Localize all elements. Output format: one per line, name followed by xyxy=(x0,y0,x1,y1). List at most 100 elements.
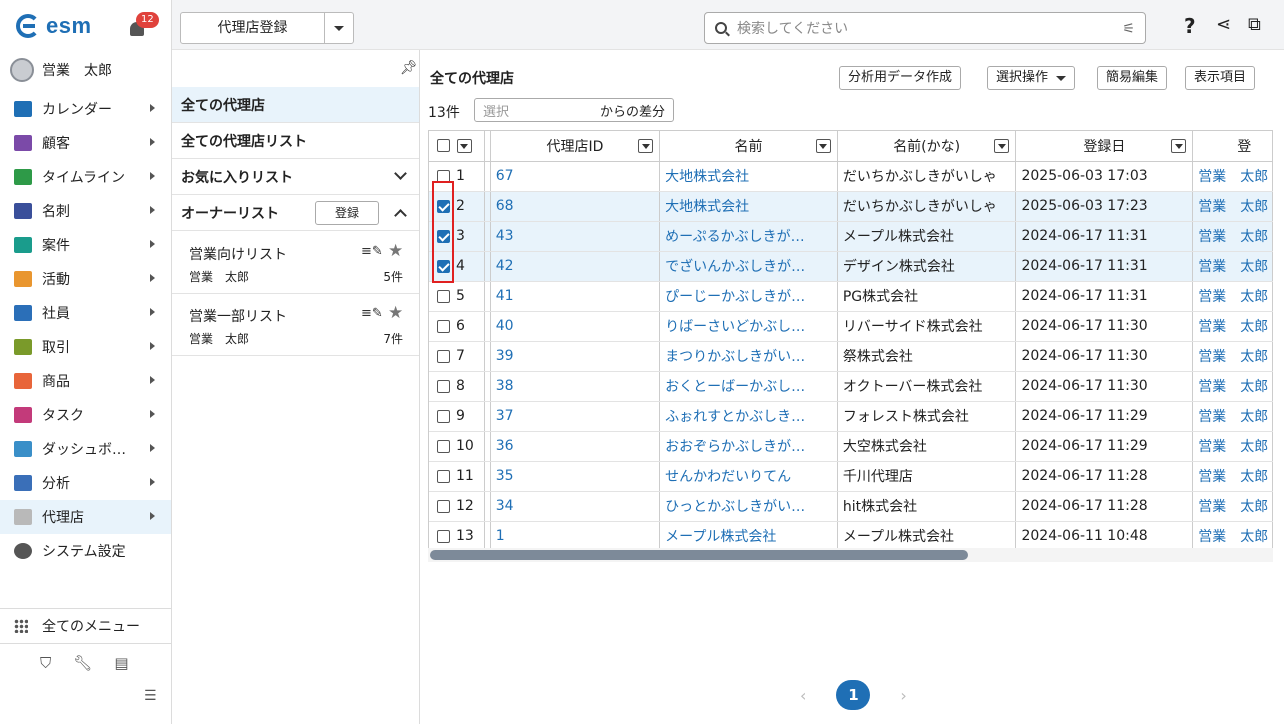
chevron-right-icon[interactable] xyxy=(150,410,155,418)
all-menu-button[interactable]: 全てのメニュー xyxy=(0,608,171,644)
sidebar-item[interactable]: 取引 xyxy=(0,330,171,364)
film-icon[interactable]: ▤ xyxy=(114,654,128,672)
agency-id-link[interactable]: 67 xyxy=(496,168,514,184)
display-columns-button[interactable]: 表示項目 xyxy=(1185,66,1256,90)
column-header-date[interactable]: 登録日 xyxy=(1015,131,1194,162)
registrant-link[interactable]: 営業 太郎 xyxy=(1198,349,1268,365)
shield-icon[interactable]: ⛉ xyxy=(40,654,51,672)
current-page-button[interactable]: 1 xyxy=(836,680,871,710)
brand-logo[interactable]: esm xyxy=(16,10,92,42)
agency-name-link[interactable]: おおぞらかぶしきが… xyxy=(665,439,805,455)
table-row[interactable]: 3 43 めーぷるかぶしきが… メープル株式会社 2024-06-17 11:31 営業 … xyxy=(429,221,1273,252)
table-row[interactable]: 1 67 大地株式会社 だいちかぶしきがいしゃ 2025-06-03 17:03 営業 太… xyxy=(429,161,1273,192)
agency-id-link[interactable]: 39 xyxy=(496,348,514,364)
column-header-registrant[interactable]: 登 xyxy=(1192,131,1273,162)
column-menu-dropdown[interactable] xyxy=(815,139,831,153)
registrant-link[interactable]: 営業 太郎 xyxy=(1198,289,1268,305)
sidebar-item[interactable]: 顧客 xyxy=(0,126,171,160)
agency-register-label[interactable]: 代理店登録 xyxy=(181,13,325,43)
row-checkbox[interactable] xyxy=(437,289,450,303)
agency-name-link[interactable]: 大地株式会社 xyxy=(665,199,749,215)
column-menu-dropdown[interactable] xyxy=(1171,139,1187,153)
share-icon[interactable]: ⋖ xyxy=(1216,14,1231,35)
table-row[interactable]: 11 35 せんかわだいりてん 千川代理店 2024-06-17 11:28 営業 太郎 xyxy=(429,461,1273,492)
agency-name-link[interactable]: ぴーじーかぶしきが… xyxy=(665,289,805,305)
agency-id-link[interactable]: 38 xyxy=(496,378,514,394)
star-icon[interactable]: ★ xyxy=(388,303,403,323)
sidebar-item[interactable]: カレンダー xyxy=(0,92,171,126)
next-page-icon[interactable]: › xyxy=(900,686,906,705)
chevron-right-icon[interactable] xyxy=(150,104,155,112)
registrant-link[interactable]: 営業 太郎 xyxy=(1198,409,1268,425)
agency-id-link[interactable]: 35 xyxy=(496,468,514,484)
sidebar-item[interactable]: 商品 xyxy=(0,364,171,398)
notification-bell-icon[interactable]: 12 xyxy=(128,12,159,40)
chevron-right-icon[interactable] xyxy=(150,172,155,180)
agency-id-link[interactable]: 42 xyxy=(496,258,514,274)
scrollbar-thumb[interactable] xyxy=(430,550,968,560)
chevron-right-icon[interactable] xyxy=(150,206,155,214)
column-menu-dropdown[interactable] xyxy=(994,139,1010,153)
row-checkbox[interactable] xyxy=(437,319,450,333)
owner-list-item[interactable]: 営業一部リスト ≡✎ ★ 営業 太郎 7件 xyxy=(172,294,419,356)
row-checkbox[interactable] xyxy=(437,469,450,483)
agency-name-link[interactable]: おくとーばーかぶし… xyxy=(665,379,805,395)
agency-name-link[interactable]: せんかわだいりてん xyxy=(665,469,791,485)
column-header-name[interactable]: 名前 xyxy=(659,131,838,162)
sidebar-item[interactable]: 名刺 xyxy=(0,194,171,228)
agency-name-link[interactable]: ひっとかぶしきがい… xyxy=(665,499,805,515)
table-row[interactable]: 6 40 りばーさいどかぶし… リバーサイド株式会社 2024-06-17 11:30 営… xyxy=(429,311,1273,342)
list-owner[interactable]: オーナーリスト 登録 xyxy=(172,195,419,231)
row-checkbox[interactable] xyxy=(437,409,450,423)
agency-name-link[interactable]: でざいんかぶしきが… xyxy=(665,259,805,275)
registrant-link[interactable]: 営業 太郎 xyxy=(1198,499,1268,515)
register-list-button[interactable]: 登録 xyxy=(315,201,379,225)
agency-name-link[interactable]: りばーさいどかぶし… xyxy=(665,319,805,335)
row-checkbox[interactable] xyxy=(437,499,450,513)
collapse-sidebar-icon[interactable]: ☰ xyxy=(144,688,157,704)
table-row[interactable]: 9 37 ふぉれすとかぶしき… フォレスト株式会社 2024-06-17 11:29 営業… xyxy=(429,401,1273,432)
agency-id-link[interactable]: 37 xyxy=(496,408,514,424)
prev-page-icon[interactable]: ‹ xyxy=(800,686,806,705)
list-favorites[interactable]: お気に入りリスト xyxy=(172,159,419,195)
registrant-link[interactable]: 営業 太郎 xyxy=(1198,259,1268,275)
registrant-link[interactable]: 営業 太郎 xyxy=(1198,439,1268,455)
agency-id-link[interactable]: 68 xyxy=(496,198,514,214)
agency-id-link[interactable]: 40 xyxy=(496,318,514,334)
registrant-link[interactable]: 営業 太郎 xyxy=(1198,229,1268,245)
table-row[interactable]: 2 68 大地株式会社 だいちかぶしきがいしゃ 2025-06-03 17:23 営業 太… xyxy=(429,191,1273,222)
column-header-id[interactable]: 代理店ID xyxy=(490,131,661,162)
chevron-right-icon[interactable] xyxy=(150,444,155,452)
chevron-right-icon[interactable] xyxy=(150,240,155,248)
agency-name-link[interactable]: メープル株式会社 xyxy=(665,529,776,545)
registrant-link[interactable]: 営業 太郎 xyxy=(1198,169,1268,185)
horizontal-scrollbar[interactable] xyxy=(428,548,1273,562)
chevron-right-icon[interactable] xyxy=(150,512,155,520)
star-icon[interactable]: ★ xyxy=(388,241,403,261)
chevron-right-icon[interactable] xyxy=(150,308,155,316)
chevron-right-icon[interactable] xyxy=(150,478,155,486)
agency-name-link[interactable]: ふぉれすとかぶしき… xyxy=(665,409,805,425)
registrant-link[interactable]: 営業 太郎 xyxy=(1198,319,1268,335)
agency-id-link[interactable]: 34 xyxy=(496,498,514,514)
sidebar-item[interactable]: タスク xyxy=(0,398,171,432)
sidebar-item[interactable]: システム設定 xyxy=(0,534,171,568)
column-header-kana[interactable]: 名前(かな) xyxy=(837,131,1017,162)
table-row[interactable]: 10 36 おおぞらかぶしきが… 大空株式会社 2024-06-17 11:29 営業 太… xyxy=(429,431,1273,462)
list-all-agencies[interactable]: 全ての代理店 xyxy=(172,87,419,123)
user-profile[interactable]: 営業 太郎 xyxy=(10,58,112,82)
select-operations-button[interactable]: 選択操作 xyxy=(987,66,1076,90)
column-menu-dropdown[interactable] xyxy=(638,139,654,153)
sidebar-item[interactable]: 活動 xyxy=(0,262,171,296)
agency-name-link[interactable]: めーぷるかぶしきが… xyxy=(665,229,804,245)
select-all-checkbox[interactable] xyxy=(437,139,450,153)
chevron-right-icon[interactable] xyxy=(150,376,155,384)
agency-register-button[interactable]: 代理店登録 xyxy=(180,12,354,44)
edit-icon[interactable]: ≡✎ xyxy=(361,244,383,259)
table-row[interactable]: 12 34 ひっとかぶしきがい… hit株式会社 2024-06-17 11:28 営業 … xyxy=(429,491,1273,522)
agency-register-dropdown[interactable] xyxy=(325,25,353,31)
sidebar-item[interactable]: 分析 xyxy=(0,466,171,500)
agency-id-link[interactable]: 41 xyxy=(496,288,514,304)
agency-name-link[interactable]: まつりかぶしきがい… xyxy=(665,349,805,365)
chevron-right-icon[interactable] xyxy=(150,342,155,350)
